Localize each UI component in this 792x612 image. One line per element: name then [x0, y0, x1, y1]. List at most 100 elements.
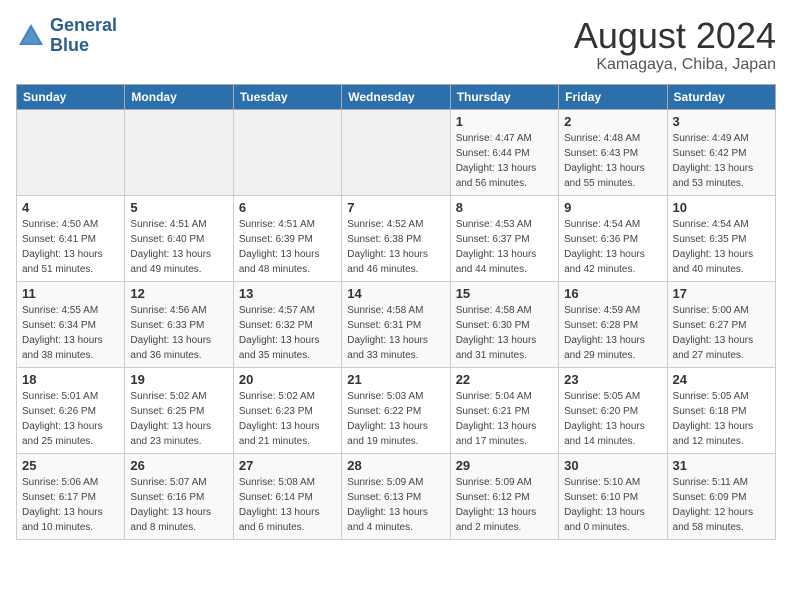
calendar-cell — [342, 109, 450, 195]
calendar-cell: 12Sunrise: 4:56 AM Sunset: 6:33 PM Dayli… — [125, 281, 233, 367]
weekday-thursday: Thursday — [450, 84, 558, 109]
day-info: Sunrise: 4:55 AM Sunset: 6:34 PM Dayligh… — [22, 303, 119, 363]
day-number: 7 — [347, 200, 444, 215]
calendar-cell: 7 Sunrise: 4:52 AM Sunset: 6:38 PM Daylig… — [342, 195, 450, 281]
weekday-tuesday: Tuesday — [233, 84, 341, 109]
calendar-cell: 1 Sunrise: 4:47 AM Sunset: 6:44 PM Daylig… — [450, 109, 558, 195]
day-number: 3 — [673, 114, 770, 129]
day-info: Sunrise: 4:53 AM Sunset: 6:37 PM Dayligh… — [456, 217, 553, 277]
day-number: 28 — [347, 458, 444, 473]
day-info: Sunrise: 5:07 AM Sunset: 6:16 PM Dayligh… — [130, 475, 227, 535]
day-number: 9 — [564, 200, 661, 215]
day-number: 5 — [130, 200, 227, 215]
day-number: 25 — [22, 458, 119, 473]
day-number: 31 — [673, 458, 770, 473]
day-number: 10 — [673, 200, 770, 215]
day-info: Sunrise: 5:09 AM Sunset: 6:12 PM Dayligh… — [456, 475, 553, 535]
day-info: Sunrise: 4:59 AM Sunset: 6:28 PM Dayligh… — [564, 303, 661, 363]
day-number: 19 — [130, 372, 227, 387]
day-number: 6 — [239, 200, 336, 215]
day-number: 24 — [673, 372, 770, 387]
day-info: Sunrise: 4:58 AM Sunset: 6:30 PM Dayligh… — [456, 303, 553, 363]
weekday-saturday: Saturday — [667, 84, 775, 109]
day-info: Sunrise: 5:10 AM Sunset: 6:10 PM Dayligh… — [564, 475, 661, 535]
calendar-cell: 14Sunrise: 4:58 AM Sunset: 6:31 PM Dayli… — [342, 281, 450, 367]
calendar-cell: 29 Sunrise: 5:09 AM Sunset: 6:12 PM Dayli… — [450, 453, 558, 539]
calendar-week-1: 1 Sunrise: 4:47 AM Sunset: 6:44 PM Daylig… — [17, 109, 776, 195]
day-number: 16 — [564, 286, 661, 301]
day-number: 23 — [564, 372, 661, 387]
day-number: 8 — [456, 200, 553, 215]
day-number: 11 — [22, 286, 119, 301]
title-block: August 2024 Kamagaya, Chiba, Japan — [574, 16, 776, 74]
day-info: Sunrise: 4:48 AM Sunset: 6:43 PM Dayligh… — [564, 131, 661, 191]
day-number: 2 — [564, 114, 661, 129]
day-number: 30 — [564, 458, 661, 473]
day-info: Sunrise: 4:49 AM Sunset: 6:42 PM Dayligh… — [673, 131, 770, 191]
calendar-cell: 24 Sunrise: 5:05 AM Sunset: 6:18 PM Dayli… — [667, 367, 775, 453]
calendar-cell: 2 Sunrise: 4:48 AM Sunset: 6:43 PM Daylig… — [559, 109, 667, 195]
calendar-cell: 20 Sunrise: 5:02 AM Sunset: 6:23 PM Dayli… — [233, 367, 341, 453]
day-number: 20 — [239, 372, 336, 387]
day-number: 22 — [456, 372, 553, 387]
day-info: Sunrise: 5:01 AM Sunset: 6:26 PM Dayligh… — [22, 389, 119, 449]
day-info: Sunrise: 4:47 AM Sunset: 6:44 PM Dayligh… — [456, 131, 553, 191]
calendar-cell: 15 Sunrise: 4:58 AM Sunset: 6:30 PM Dayli… — [450, 281, 558, 367]
day-number: 13 — [239, 286, 336, 301]
day-info: Sunrise: 4:54 AM Sunset: 6:35 PM Dayligh… — [673, 217, 770, 277]
day-info: Sunrise: 5:05 AM Sunset: 6:20 PM Dayligh… — [564, 389, 661, 449]
day-info: Sunrise: 4:58 AM Sunset: 6:31 PM Dayligh… — [347, 303, 444, 363]
calendar-table: SundayMondayTuesdayWednesdayThursdayFrid… — [16, 84, 776, 540]
day-number: 4 — [22, 200, 119, 215]
calendar-cell: 13 Sunrise: 4:57 AM Sunset: 6:32 PM Dayli… — [233, 281, 341, 367]
calendar-cell: 16 Sunrise: 4:59 AM Sunset: 6:28 PM Dayli… — [559, 281, 667, 367]
calendar-body: 1 Sunrise: 4:47 AM Sunset: 6:44 PM Daylig… — [17, 109, 776, 539]
day-number: 27 — [239, 458, 336, 473]
day-info: Sunrise: 5:11 AM Sunset: 6:09 PM Dayligh… — [673, 475, 770, 535]
calendar-cell: 9 Sunrise: 4:54 AM Sunset: 6:36 PM Daylig… — [559, 195, 667, 281]
calendar-week-3: 11 Sunrise: 4:55 AM Sunset: 6:34 PM Dayli… — [17, 281, 776, 367]
weekday-friday: Friday — [559, 84, 667, 109]
day-info: Sunrise: 4:51 AM Sunset: 6:40 PM Dayligh… — [130, 217, 227, 277]
day-info: Sunrise: 5:00 AM Sunset: 6:27 PM Dayligh… — [673, 303, 770, 363]
weekday-wednesday: Wednesday — [342, 84, 450, 109]
day-number: 15 — [456, 286, 553, 301]
day-info: Sunrise: 5:05 AM Sunset: 6:18 PM Dayligh… — [673, 389, 770, 449]
day-info: Sunrise: 5:06 AM Sunset: 6:17 PM Dayligh… — [22, 475, 119, 535]
calendar-cell: 3 Sunrise: 4:49 AM Sunset: 6:42 PM Daylig… — [667, 109, 775, 195]
day-info: Sunrise: 4:50 AM Sunset: 6:41 PM Dayligh… — [22, 217, 119, 277]
weekday-monday: Monday — [125, 84, 233, 109]
day-number: 17 — [673, 286, 770, 301]
calendar-cell: 17 Sunrise: 5:00 AM Sunset: 6:27 PM Dayli… — [667, 281, 775, 367]
calendar-cell: 30 Sunrise: 5:10 AM Sunset: 6:10 PM Dayli… — [559, 453, 667, 539]
logo: General Blue — [16, 16, 117, 56]
day-info: Sunrise: 4:51 AM Sunset: 6:39 PM Dayligh… — [239, 217, 336, 277]
calendar-week-2: 4 Sunrise: 4:50 AM Sunset: 6:41 PM Daylig… — [17, 195, 776, 281]
day-info: Sunrise: 5:09 AM Sunset: 6:13 PM Dayligh… — [347, 475, 444, 535]
calendar-week-5: 25 Sunrise: 5:06 AM Sunset: 6:17 PM Dayli… — [17, 453, 776, 539]
calendar-cell: 10 Sunrise: 4:54 AM Sunset: 6:35 PM Dayli… — [667, 195, 775, 281]
day-info: Sunrise: 4:54 AM Sunset: 6:36 PM Dayligh… — [564, 217, 661, 277]
calendar-cell: 18Sunrise: 5:01 AM Sunset: 6:26 PM Dayli… — [17, 367, 125, 453]
day-info: Sunrise: 4:57 AM Sunset: 6:32 PM Dayligh… — [239, 303, 336, 363]
day-number: 29 — [456, 458, 553, 473]
page-header: General Blue August 2024 Kamagaya, Chiba… — [16, 16, 776, 74]
calendar-cell: 19Sunrise: 5:02 AM Sunset: 6:25 PM Dayli… — [125, 367, 233, 453]
day-number: 21 — [347, 372, 444, 387]
calendar-cell: 6 Sunrise: 4:51 AM Sunset: 6:39 PM Daylig… — [233, 195, 341, 281]
calendar-cell: 22Sunrise: 5:04 AM Sunset: 6:21 PM Dayli… — [450, 367, 558, 453]
calendar-header: SundayMondayTuesdayWednesdayThursdayFrid… — [17, 84, 776, 109]
calendar-cell: 31 Sunrise: 5:11 AM Sunset: 6:09 PM Dayli… — [667, 453, 775, 539]
day-info: Sunrise: 4:52 AM Sunset: 6:38 PM Dayligh… — [347, 217, 444, 277]
weekday-sunday: Sunday — [17, 84, 125, 109]
calendar-cell: 25 Sunrise: 5:06 AM Sunset: 6:17 PM Dayli… — [17, 453, 125, 539]
calendar-cell: 5 Sunrise: 4:51 AM Sunset: 6:40 PM Daylig… — [125, 195, 233, 281]
calendar-cell — [125, 109, 233, 195]
logo-text: General Blue — [50, 16, 117, 56]
day-info: Sunrise: 5:02 AM Sunset: 6:23 PM Dayligh… — [239, 389, 336, 449]
calendar-cell: 4 Sunrise: 4:50 AM Sunset: 6:41 PM Daylig… — [17, 195, 125, 281]
day-number: 1 — [456, 114, 553, 129]
day-info: Sunrise: 4:56 AM Sunset: 6:33 PM Dayligh… — [130, 303, 227, 363]
calendar-cell: 11 Sunrise: 4:55 AM Sunset: 6:34 PM Dayli… — [17, 281, 125, 367]
calendar-cell — [233, 109, 341, 195]
